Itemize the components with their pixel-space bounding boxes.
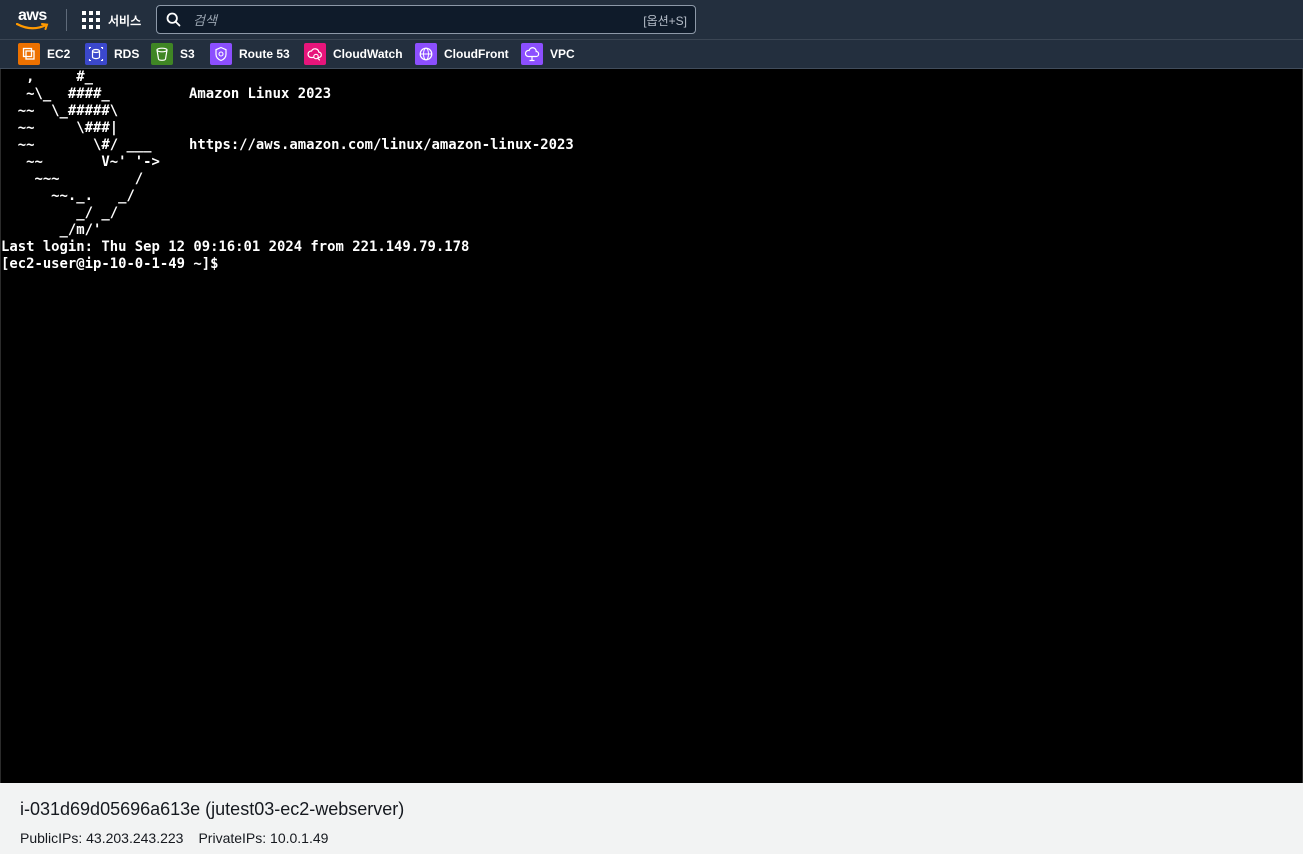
nav-divider (66, 9, 67, 31)
instance-info-footer: i-031d69d05696a613e (jutest03-ec2-webser… (0, 783, 1303, 854)
cloudfront-icon (415, 43, 437, 65)
ascii-art-line: ~\_ ####_ (1, 86, 110, 102)
ascii-art-line: ~~ \_#####\ (1, 103, 119, 119)
private-ips: PrivateIPs: 10.0.1.49 (198, 830, 329, 846)
shell-prompt[interactable]: [ec2-user@ip-10-0-1-49 ~]$ (1, 256, 218, 273)
favorite-cloudfront[interactable]: CloudFront (415, 43, 509, 65)
ascii-art-line: ~~ V~' '-> (1, 154, 160, 170)
ascii-art-line: _/ _/ (1, 205, 119, 221)
services-menu-button[interactable]: 서비스 (82, 9, 141, 31)
public-ips: PublicIPs: 43.203.243.223 (20, 830, 184, 846)
favorite-cloudwatch[interactable]: CloudWatch (304, 43, 403, 65)
os-name-text: Amazon Linux 2023 (189, 86, 332, 102)
favorite-label: CloudFront (444, 47, 509, 61)
favorite-vpc[interactable]: VPC (521, 43, 575, 65)
search-icon (166, 12, 181, 27)
cloudwatch-icon (304, 43, 326, 65)
vpc-icon (521, 43, 543, 65)
s3-icon (151, 43, 173, 65)
terminal-window[interactable]: , #_ ~\_ ####_ ~~ \_#####\ ~~ \###| ~~ \… (0, 69, 1303, 783)
aws-smile-icon (16, 23, 49, 30)
ascii-art-line: ~~~ / (1, 171, 144, 187)
search-box[interactable]: [옵션+S] (156, 5, 696, 34)
route53-icon (210, 43, 232, 65)
aws-logo[interactable]: aws (16, 6, 50, 34)
favorite-route-53[interactable]: Route 53 (210, 43, 290, 65)
ascii-art-line: , #_ (1, 69, 93, 85)
favorite-rds[interactable]: RDS (85, 43, 139, 65)
favorite-label: CloudWatch (333, 47, 403, 61)
search-input[interactable] (191, 9, 615, 32)
favorite-label: Route 53 (239, 47, 290, 61)
rds-icon (85, 43, 107, 65)
favorite-s3[interactable]: S3 (151, 43, 195, 65)
last-login-line: Last login: Thu Sep 12 09:16:01 2024 fro… (1, 239, 470, 255)
favorite-label: EC2 (47, 47, 71, 61)
ec2-icon (18, 43, 40, 65)
os-url-text: https://aws.amazon.com/linux/amazon-linu… (189, 137, 574, 153)
ascii-art-line: _/m/' (1, 222, 102, 238)
top-navigation: aws 서비스 [옵션+S] (0, 0, 1303, 40)
favorites-bar: EC2 RDS S3 Route 53 CloudWatch CloudFron… (0, 40, 1303, 69)
search-shortcut-hint: [옵션+S] (643, 14, 687, 28)
ascii-art-line: ~~ \###| (1, 120, 119, 136)
favorite-label: VPC (550, 47, 575, 61)
services-label: 서비스 (108, 13, 142, 28)
ascii-art-line: ~~ \#/ ___ (1, 137, 152, 153)
services-grid-icon (82, 11, 100, 29)
ascii-art-line: ~~._. _/ (1, 188, 135, 204)
instance-title: i-031d69d05696a613e (jutest03-ec2-webser… (20, 799, 405, 819)
favorite-label: S3 (180, 47, 195, 61)
instance-ips: PublicIPs: 43.203.243.223 PrivateIPs: 10.… (20, 830, 343, 846)
favorite-label: RDS (114, 47, 140, 61)
favorite-ec2[interactable]: EC2 (18, 43, 70, 65)
